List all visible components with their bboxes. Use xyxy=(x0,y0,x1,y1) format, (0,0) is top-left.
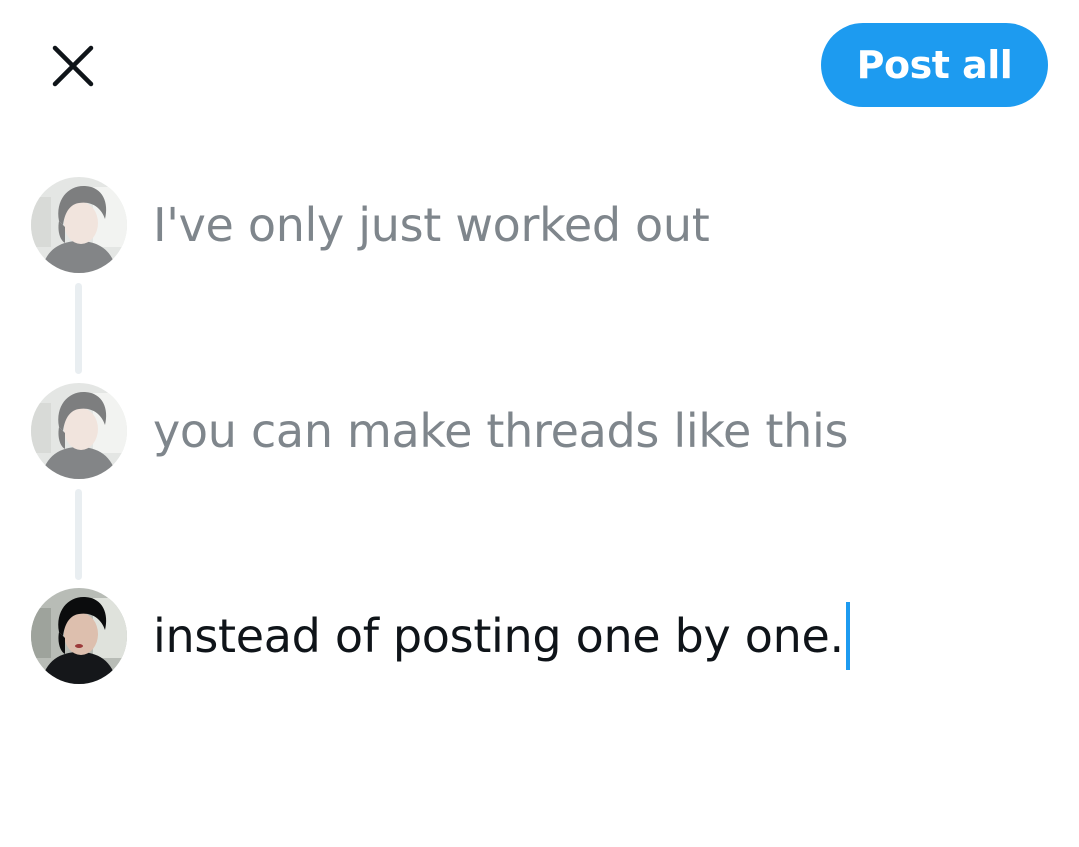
thread-connector xyxy=(75,283,82,374)
thread-connector xyxy=(75,489,82,580)
post-text-input[interactable]: instead of posting one by one. xyxy=(153,588,850,684)
post-text: instead of posting one by one. xyxy=(153,609,844,663)
post-all-button[interactable]: Post all xyxy=(821,23,1048,107)
post-text[interactable]: I've only just worked out xyxy=(153,177,710,273)
thread-post-2[interactable]: you can make threads like this xyxy=(31,383,1031,479)
thread-post-1[interactable]: I've only just worked out xyxy=(31,177,1031,273)
avatar xyxy=(31,588,127,684)
post-text[interactable]: you can make threads like this xyxy=(153,383,848,479)
close-button[interactable] xyxy=(43,36,103,96)
avatar xyxy=(31,383,127,479)
text-cursor xyxy=(845,602,850,670)
avatar xyxy=(31,177,127,273)
close-icon xyxy=(51,44,95,88)
thread-post-3[interactable]: instead of posting one by one. xyxy=(31,588,1031,684)
